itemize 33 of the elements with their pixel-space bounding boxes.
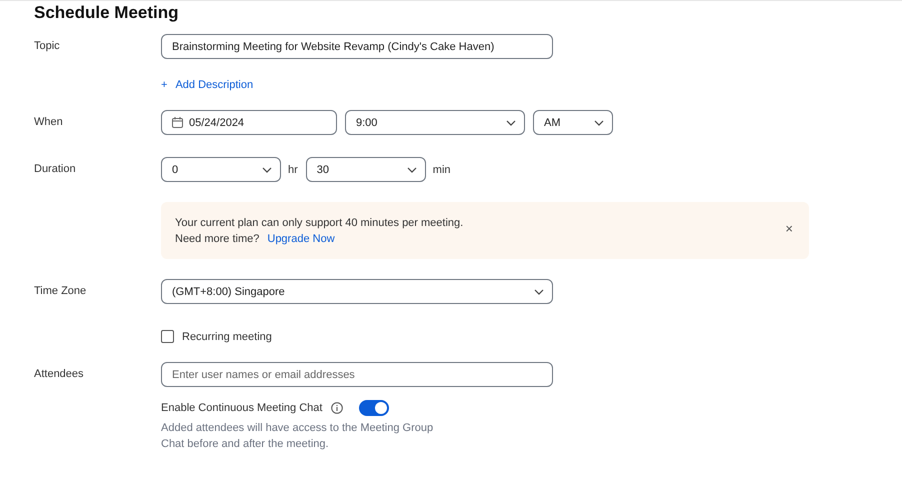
field-label: Duration [34,162,77,177]
field-label: Attendees [34,367,85,382]
upgrade-link[interactable]: Upgrade Now [267,233,335,245]
checkbox-label: Recurring meeting [182,330,272,342]
chevron-down-icon [594,120,604,126]
page-title: Schedule Meeting [34,2,180,24]
chevron-down-icon [406,166,417,172]
checkbox[interactable] [161,330,174,343]
chat-note: Added attendees will have access to the Meeting Group Chat before and after the meeting. [161,421,434,452]
field-label: Time Zone [34,284,88,299]
notice-message: Your current plan can only support 40 minutes per meeting. [175,216,464,231]
time-zone-select[interactable]: (GMT+8:00) Singapore [161,279,553,304]
time-select[interactable]: 9:00 [345,110,525,135]
close-button[interactable]: × [785,220,793,236]
unit-label: hr [288,164,298,176]
attendees-field[interactable]: Enter user names or email addresses [161,362,553,387]
add-description-link[interactable]: + Add Description [161,78,254,92]
chevron-down-icon [506,120,516,126]
chat-toggle-label: Enable Continuous Meeting Chat [161,402,322,414]
topic-field[interactable]: Brainstorming Meeting for Website Revamp (Cindy's Cake Haven) [161,34,553,59]
chevron-down-icon [262,166,272,172]
chevron-down-icon [534,288,544,294]
toggle-switch[interactable] [359,400,390,416]
minutes-select[interactable]: 30 [306,157,426,182]
info-icon [331,402,344,414]
notice-prompt: Need more time? [175,232,260,247]
period-select[interactable]: AM [533,110,613,135]
unit-label: min [432,164,451,176]
date-field[interactable]: 05/24/2024 [161,110,337,135]
field-label: When [34,115,64,130]
hours-select[interactable]: 0 [161,157,281,182]
calendar-icon [172,117,183,128]
field-label: Topic [34,39,61,54]
